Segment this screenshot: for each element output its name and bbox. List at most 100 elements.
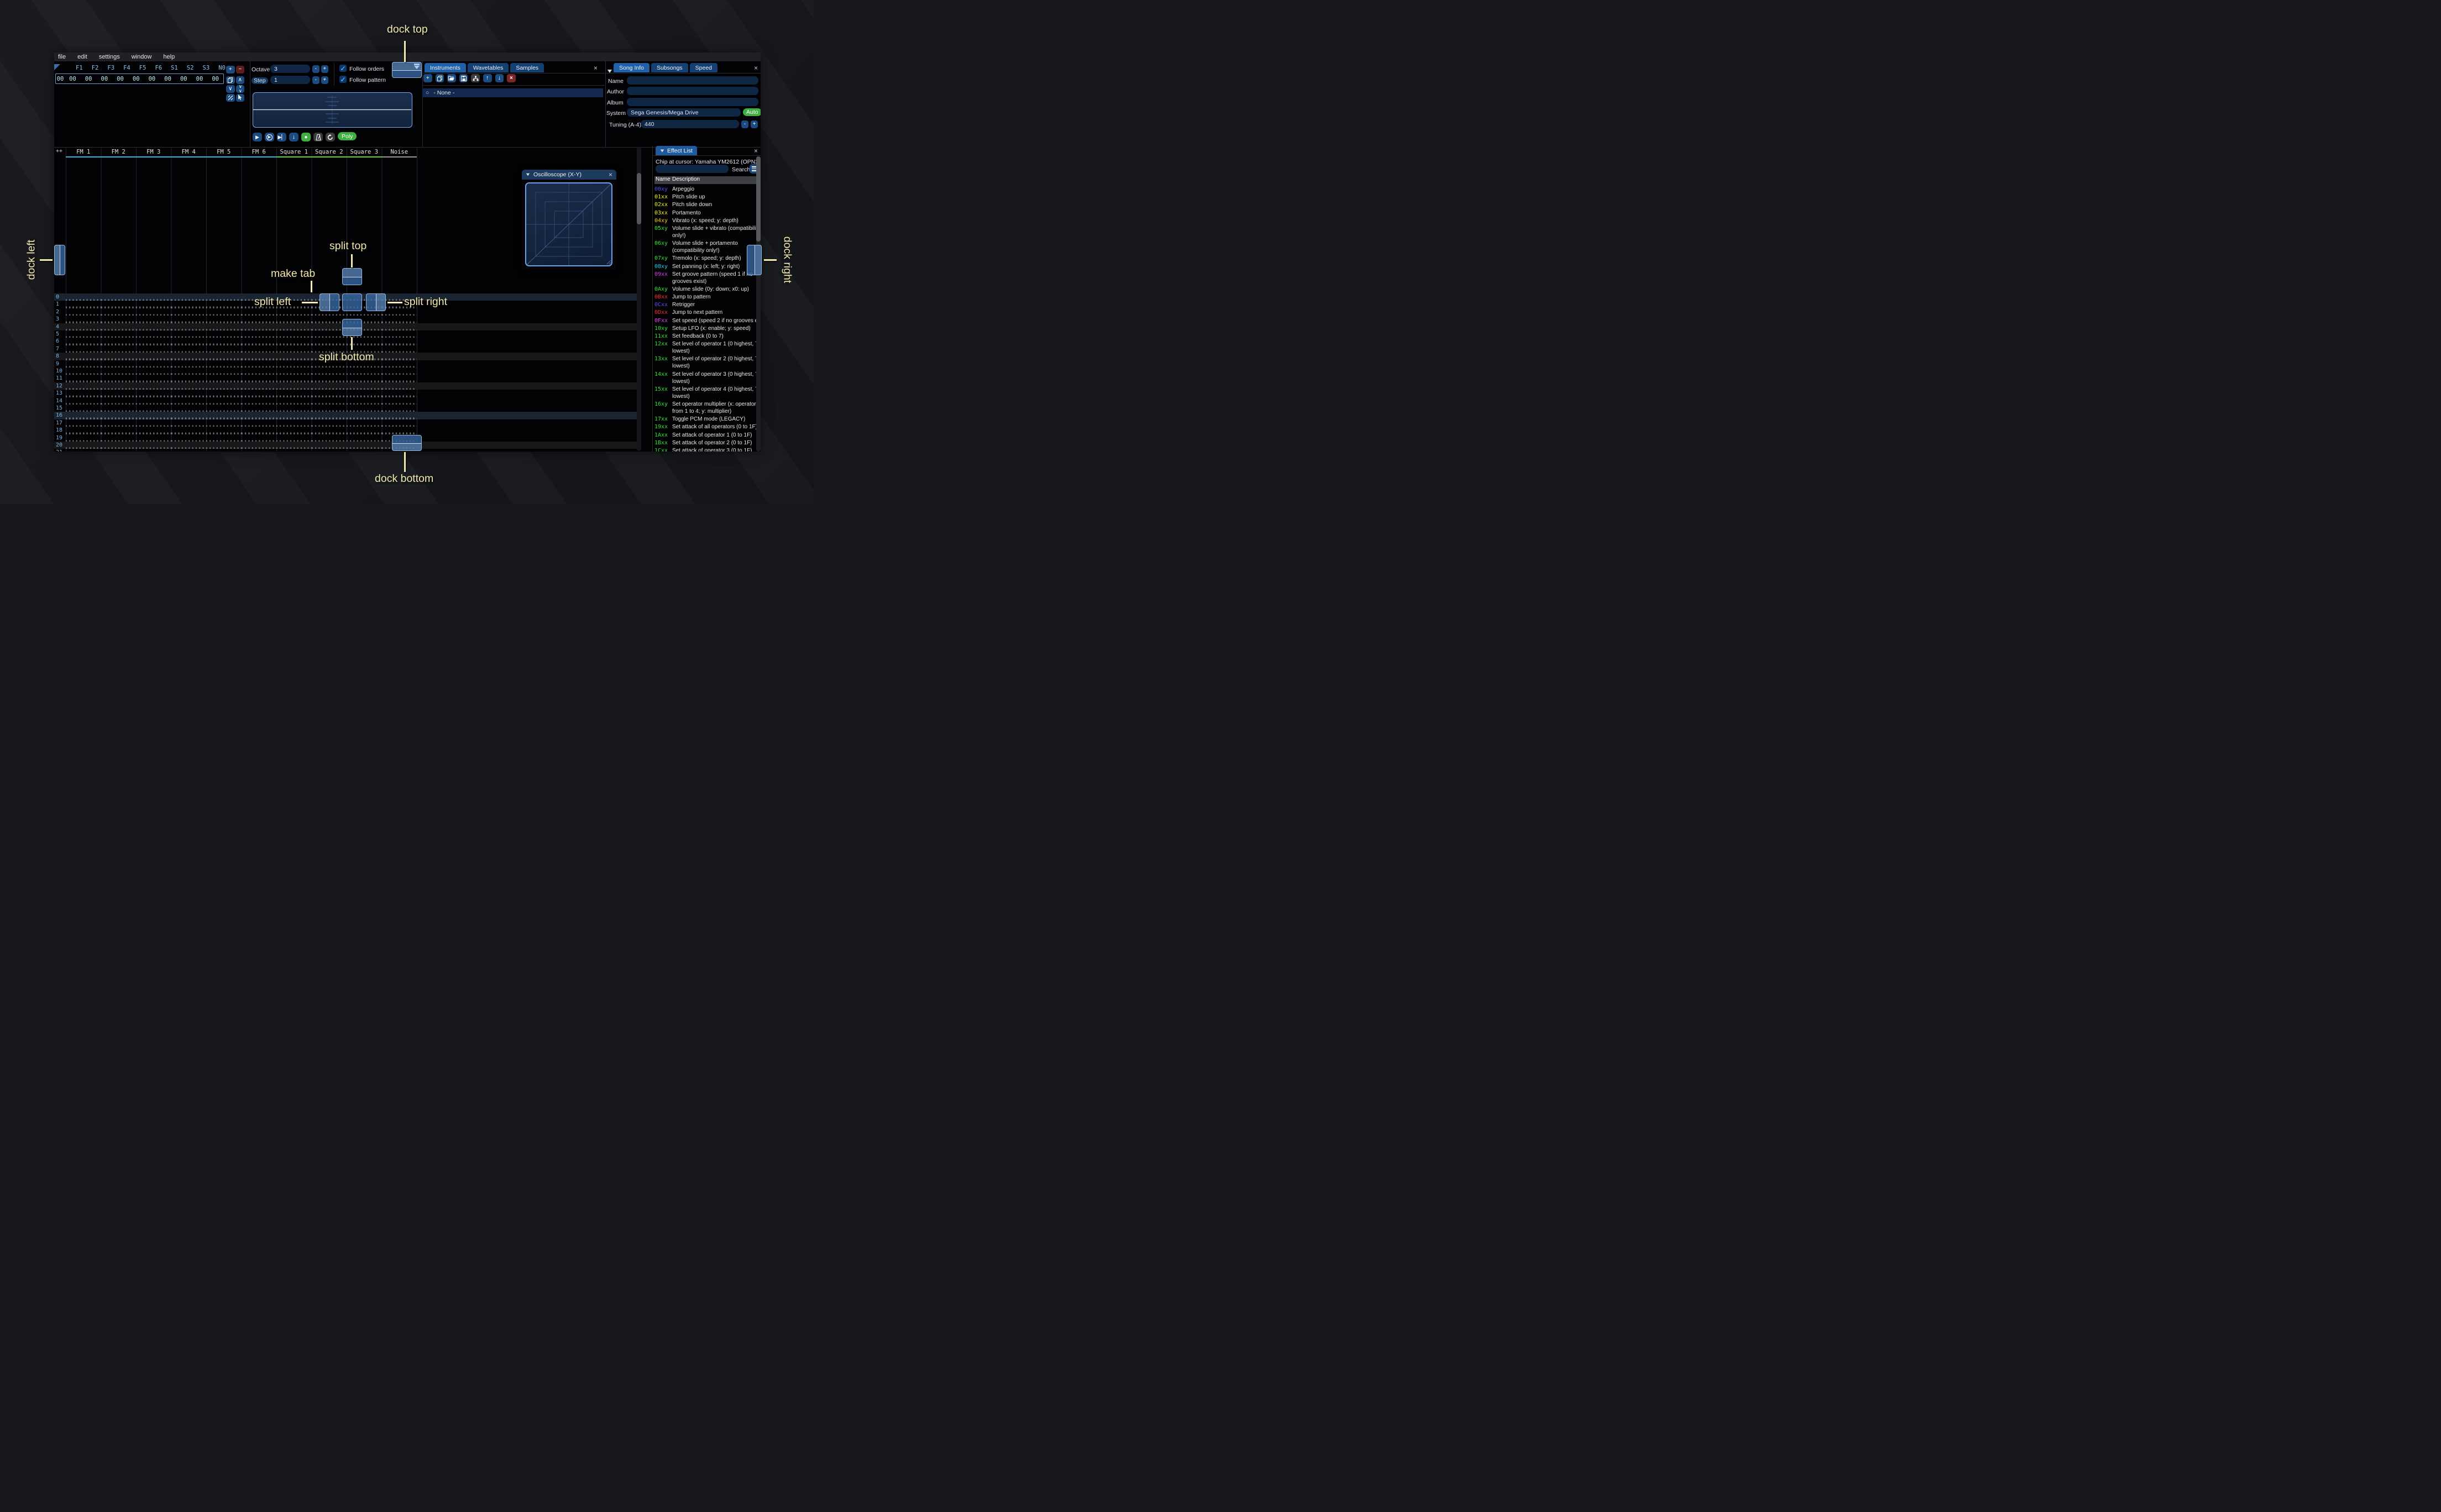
instrument-add-button[interactable]: + [423, 74, 432, 82]
tuning-plus-button[interactable]: + [751, 120, 758, 128]
play-from-start-button[interactable]: ▶▏ [277, 133, 286, 141]
order-cell[interactable]: 00 [160, 76, 176, 82]
effect-row[interactable]: 03xx Portamento [654, 209, 757, 217]
oscilloscope-xy-titlebar[interactable]: Oscilloscope (X-Y) × [522, 170, 616, 180]
system-input[interactable]: Sega Genesis/Mega Drive [627, 108, 741, 117]
instrument-delete-button[interactable]: × [507, 74, 516, 82]
channel-header-cell[interactable]: FM 5 [206, 147, 242, 158]
effect-row[interactable]: 19xx Set attack of all operators (0 to 1… [654, 423, 757, 431]
effect-row[interactable]: 09xx Set groove pattern (speed 1 if no g… [654, 271, 757, 285]
effect-scrollbar-handle[interactable] [756, 156, 761, 242]
step-row-button[interactable]: ↓ [289, 133, 298, 141]
instrument-open-button[interactable] [447, 74, 456, 82]
effect-row[interactable]: 1Cxx Set attack of operator 3 (0 to 1F) [654, 447, 757, 452]
tuning-minus-button[interactable]: - [741, 120, 748, 128]
effect-search-input[interactable] [656, 165, 729, 173]
effect-row[interactable]: 04xy Vibrato (x: speed; y: depth) [654, 217, 757, 224]
tab-instruments[interactable]: Instruments [425, 63, 466, 72]
effect-list-close-icon[interactable]: × [754, 148, 758, 154]
effect-row[interactable]: 00xy Arpeggio [654, 186, 757, 193]
order-move-up-button[interactable]: ∧ [235, 76, 244, 84]
order-duplicate-button[interactable] [226, 76, 235, 84]
oscilloscope-xy-window[interactable]: Oscilloscope (X-Y) × [522, 170, 616, 270]
oscilloscope-xy-close-icon[interactable]: × [609, 171, 612, 179]
channel-header-cell[interactable]: FM 1 [66, 147, 101, 158]
effect-row[interactable]: 01xx Pitch slide up [654, 193, 757, 201]
step-minus-button[interactable]: - [312, 76, 319, 84]
octave-plus-button[interactable]: + [321, 65, 328, 73]
step-input[interactable]: 1 [270, 76, 310, 84]
effect-row[interactable]: 0Cxx Retrigger [654, 301, 757, 308]
order-edit-mode-button[interactable] [235, 93, 244, 102]
follow-orders-checkbox[interactable]: ✓ [339, 65, 347, 72]
split-target-top[interactable] [342, 268, 362, 285]
effect-row[interactable]: 05xy Volume slide + vibrato (compatibili… [654, 225, 760, 239]
effect-row[interactable]: 07xy Tremolo (x: speed; y: depth) [654, 255, 757, 262]
system-auto-button[interactable]: Auto [743, 108, 761, 116]
order-duplicate-deep-button[interactable]: ∨ ∨ [235, 84, 244, 93]
order-cell[interactable]: 00 [65, 76, 81, 82]
effect-row[interactable]: 0Fxx Set speed (speed 2 if no grooves ex… [654, 317, 761, 324]
author-input[interactable] [627, 87, 758, 95]
instruments-close-icon[interactable]: × [594, 65, 598, 71]
order-cell[interactable]: 00 [112, 76, 128, 82]
effect-row[interactable]: 1Bxx Set attack of operator 2 (0 to 1F) [654, 439, 757, 447]
order-add-button[interactable]: + [226, 66, 235, 74]
order-cell[interactable]: 00 [144, 76, 160, 82]
effect-row[interactable]: 02xx Pitch slide down [654, 201, 757, 208]
channel-header-cell[interactable]: FM 4 [171, 147, 206, 158]
instrument-save-button[interactable] [459, 74, 468, 82]
instrument-move-down-button[interactable]: ↓ [495, 74, 504, 82]
channel-header-cell[interactable]: FM 2 [101, 147, 136, 158]
dock-target-left[interactable] [54, 245, 65, 275]
effect-row[interactable]: 14xx Set level of operator 3 (0 highest,… [654, 371, 761, 385]
effect-row[interactable]: 0Dxx Jump to next pattern [654, 309, 757, 316]
octave-minus-button[interactable]: - [312, 65, 319, 73]
poly-button[interactable]: Poly [338, 132, 357, 140]
stop-button[interactable]: ● [301, 133, 311, 141]
effect-row[interactable]: 17xx Toggle PCM mode (LEGACY) [654, 416, 757, 423]
effect-row[interactable]: 13xx Set level of operator 2 (0 highest,… [654, 355, 761, 370]
channel-header-cell[interactable]: FM 3 [136, 147, 171, 158]
channel-header-cell[interactable]: Square 3 [347, 147, 382, 158]
order-cell[interactable]: 00 [128, 76, 144, 82]
dock-target-right[interactable] [747, 245, 762, 275]
tab-song-info[interactable]: Song Info [614, 63, 649, 72]
effect-row[interactable]: 0Bxx Jump to pattern [654, 293, 757, 301]
order-cell[interactable]: 00 [192, 76, 208, 82]
play-pattern-button[interactable]: ▶ [265, 133, 274, 141]
pattern-scrollbar-handle[interactable] [637, 173, 641, 224]
tab-effect-list[interactable]: Effect List [656, 146, 697, 155]
instrument-tree-button[interactable] [471, 74, 480, 82]
instrument-duplicate-button[interactable] [435, 74, 444, 82]
instrument-list-item[interactable]: ○ - None - [422, 88, 603, 97]
order-remove-button[interactable]: − [235, 66, 244, 74]
tab-speed[interactable]: Speed [689, 63, 718, 72]
order-cell[interactable]: 00 [207, 76, 223, 82]
effect-row[interactable]: 16xy Set operator multiplier (x: operato… [654, 401, 757, 415]
octave-input[interactable]: 3 [270, 65, 310, 73]
name-input[interactable] [627, 76, 758, 85]
play-button[interactable]: ▶ [253, 133, 262, 141]
order-cell[interactable]: 00 [176, 76, 192, 82]
effect-row[interactable]: 08xy Set panning (x: left; y: right) [654, 263, 757, 270]
effect-row[interactable]: 0Axy Volume slide (0y: down; x0: up) [654, 286, 757, 293]
metronome-button[interactable] [313, 133, 323, 141]
order-move-down-button[interactable]: ∨ [226, 85, 235, 93]
tab-wavetables[interactable]: Wavetables [467, 63, 509, 72]
effect-row[interactable]: 1Axx Set attack of operator 1 (0 to 1F) [654, 432, 757, 439]
order-cell[interactable]: 00 [81, 76, 97, 82]
menu-window[interactable]: window [132, 54, 152, 60]
menu-edit[interactable]: edit [77, 54, 87, 60]
tab-samples[interactable]: Samples [510, 63, 544, 72]
collapse-triangle-icon[interactable] [607, 66, 612, 76]
effect-row[interactable]: 12xx Set level of operator 1 (0 highest,… [654, 340, 761, 355]
album-input[interactable] [627, 97, 758, 106]
channel-header-cell[interactable]: Square 1 [276, 147, 312, 158]
instrument-move-up-button[interactable]: ↑ [483, 74, 492, 82]
dock-target-top[interactable] [392, 62, 422, 78]
order-cell[interactable]: 00 [97, 76, 113, 82]
effect-row[interactable]: 11xx Set feedback (0 to 7) [654, 333, 757, 340]
collapse-triangle-icon[interactable] [526, 173, 530, 176]
follow-pattern-checkbox[interactable]: ✓ [339, 76, 347, 83]
